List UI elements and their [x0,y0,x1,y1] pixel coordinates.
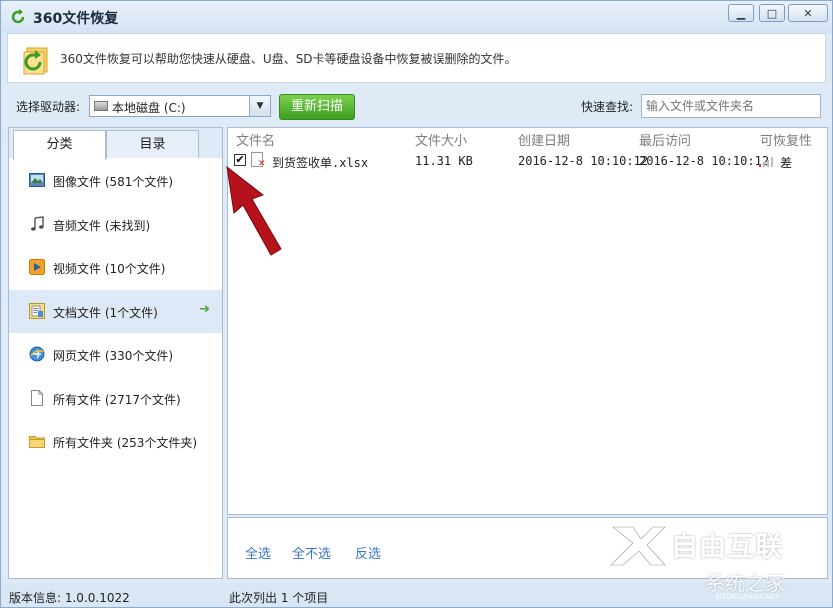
arrow-right-icon: ➜ [199,301,210,317]
sidebar-item-label: 音频文件 (未找到) [53,218,151,233]
minimize-button[interactable]: ▁ [728,4,754,22]
version-info: 版本信息: 1.0.0.1022 [9,591,130,605]
sidebar-item-video[interactable]: 视频文件 (10个文件) [9,246,222,290]
category-tabs: 分类 目录 [9,128,222,160]
hard-drive-icon [94,101,108,111]
watermark-logo-icon [610,526,666,566]
sidebar-item-all-files[interactable]: 所有文件 (2717个文件) [9,377,222,421]
file-recoverability: 差 [780,156,793,170]
web-icon [29,346,45,362]
select-all-link[interactable]: 全选 [245,543,271,562]
music-note-icon [31,215,44,231]
column-header-created[interactable]: 创建日期 [518,130,570,149]
select-none-link[interactable]: 全不选 [292,543,331,562]
folder-icon [29,436,45,448]
sidebar-item-label: 网页文件 (330个文件) [53,349,174,363]
maximize-button[interactable]: □ [759,4,785,22]
sidebar-item-all-folders[interactable]: 所有文件夹 (253个文件夹) [9,420,222,464]
window-title: 360文件恢复 [33,11,119,27]
app-window: 360文件恢复 ▁ □ ✕ 360文件恢复可以帮助您快速从硬盘、U盘、SD卡等硬… [0,0,833,608]
sidebar-item-web[interactable]: 网页文件 (330个文件) [9,333,222,377]
file-icon [31,389,43,406]
watermark-brand: 自由互联 [671,532,783,563]
drive-dropdown[interactable]: 本地磁盘 (C:) ▼ [89,95,271,117]
info-banner: 360文件恢复可以帮助您快速从硬盘、U盘、SD卡等硬盘设备中恢复被误删除的文件。 [7,33,826,83]
file-accessed: 2016-12-8 10:10:12 [639,154,770,168]
video-icon [29,259,45,275]
category-panel: 分类 目录 图像文件 (581个文件) 音频文件 (未找到) 视频文件 (10个… [8,127,223,579]
sidebar-item-audio[interactable]: 音频文件 (未找到) [9,203,222,247]
search-label: 快速查找: [581,100,634,114]
invert-selection-link[interactable]: 反选 [355,543,381,562]
drive-value: 本地磁盘 (C:) [112,101,186,115]
rescan-button[interactable]: 重新扫描 [279,94,355,120]
sidebar-item-images[interactable]: 图像文件 (581个文件) [9,159,222,203]
sidebar-item-label: 所有文件夹 (253个文件夹) [53,436,198,450]
toolbar: 选择驱动器: 本地磁盘 (C:) ▼ 重新扫描 快速查找: [1,85,832,125]
document-icon [29,302,45,319]
signal-bars-icon [759,157,775,167]
chevron-down-icon[interactable]: ▼ [249,96,270,116]
watermark-domain: XITONGZHIJIA.NET [715,593,780,601]
column-header-name[interactable]: 文件名 [236,130,275,149]
image-icon [29,173,45,187]
column-header-accessed[interactable]: 最后访问 [639,130,691,149]
category-list: 图像文件 (581个文件) 音频文件 (未找到) 视频文件 (10个文件) 文档… [9,159,222,464]
tab-category[interactable]: 分类 [13,130,106,160]
recover-logo-icon [23,47,48,75]
sidebar-item-label: 文档文件 (1个文件) [53,305,158,320]
file-size: 11.31 KB [415,154,473,168]
sidebar-item-documents[interactable]: 文档文件 (1个文件) ➜ [9,289,222,333]
restore-arrow-icon [11,9,25,24]
title-bar: 360文件恢复 ▁ □ ✕ [1,1,832,33]
item-count: 此次列出 1 个项目 [229,591,329,605]
table-row[interactable]: ✔ ✕ 到货签收单.xlsx 11.31 KB 2016-12-8 10:10:… [228,150,827,170]
watermark-sub: 系统之家 [705,571,785,595]
search-input[interactable] [641,94,821,118]
banner-text: 360文件恢复可以帮助您快速从硬盘、U盘、SD卡等硬盘设备中恢复被误删除的文件。 [60,52,517,66]
tab-directory[interactable]: 目录 [106,130,199,158]
watermark: 自由互联 系统之家 XITONGZHIJIA.NET [605,519,830,607]
sidebar-item-label: 所有文件 (2717个文件) [53,392,181,407]
sidebar-item-label: 图像文件 (581个文件) [53,175,174,189]
column-header-size[interactable]: 文件大小 [415,130,467,149]
close-button[interactable]: ✕ [788,4,828,22]
annotation-arrow-icon [226,165,282,256]
sidebar-item-label: 视频文件 (10个文件) [53,262,166,276]
column-header-recoverability[interactable]: 可恢复性 [760,130,812,149]
file-list-panel: 文件名 文件大小 创建日期 最后访问 可恢复性 ✔ ✕ 到货签收单.xlsx 1… [227,127,828,515]
drive-label: 选择驱动器: [16,100,81,114]
file-created: 2016-12-8 10:10:12 [518,154,649,168]
